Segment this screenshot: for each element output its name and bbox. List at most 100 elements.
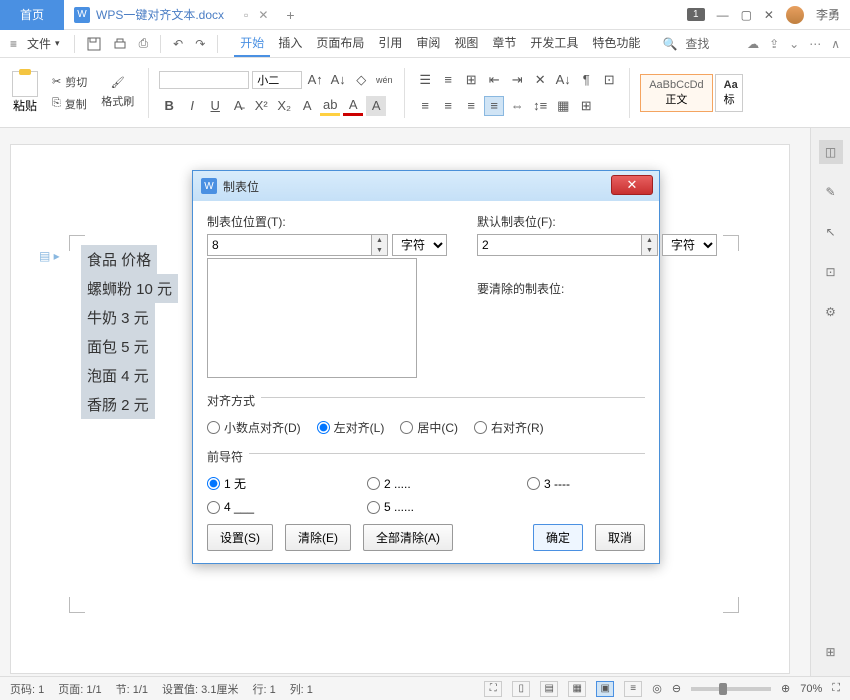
tab-close-icon[interactable]: ✕ (258, 8, 268, 22)
bold-button[interactable]: B (159, 96, 179, 116)
align-left-icon[interactable]: ≡ (415, 96, 435, 116)
default-unit-select[interactable]: 字符 (662, 234, 717, 256)
dialog-titlebar[interactable]: W 制表位 ✕ (193, 171, 659, 201)
tab-page-layout[interactable]: 页面布局 (310, 30, 370, 57)
spin-down-icon[interactable]: ▼ (642, 245, 657, 255)
zoom-slider[interactable] (691, 687, 771, 691)
subscript-button[interactable]: X₂ (274, 96, 294, 116)
tab-developer[interactable]: 开发工具 (524, 30, 584, 57)
page-content[interactable]: ▤ ▸ 食品 价格 螺蛳粉 10 元 牛奶 3 元 面包 5 元 泡面 4 元 … (81, 245, 178, 419)
borders-icon[interactable]: ⊞ (576, 96, 596, 116)
tab-menu-icon[interactable]: ▫ (244, 8, 248, 22)
search-icon[interactable]: 🔍 (658, 35, 681, 53)
view-web-icon[interactable]: ▦ (568, 681, 586, 697)
search-label[interactable]: 查找 (685, 35, 709, 52)
tabstop-position-input[interactable] (208, 235, 371, 255)
menu-file[interactable]: 文件 ▾ (21, 33, 66, 54)
status-section[interactable]: 节: 1/1 (116, 681, 148, 697)
spin-down-icon[interactable]: ▼ (372, 245, 387, 255)
format-painter-button[interactable]: 🖌 格式刷 (97, 74, 138, 111)
tab-references[interactable]: 引用 (372, 30, 408, 57)
preview-icon[interactable]: ⎙ (135, 34, 153, 53)
decrease-font-icon[interactable]: A↓ (328, 70, 348, 90)
view-draft-icon[interactable]: ≡ (624, 681, 642, 697)
bullets-icon[interactable]: ☰ (415, 70, 435, 90)
view-reading-icon[interactable]: ▯ (512, 681, 530, 697)
text-line[interactable]: 泡面 4 元 (81, 361, 155, 390)
sort-icon[interactable]: A↓ (553, 70, 573, 90)
tab-view[interactable]: 视图 (448, 30, 484, 57)
multilevel-icon[interactable]: ⊞ (461, 70, 481, 90)
cancel-button[interactable]: 取消 (595, 524, 645, 551)
align-justify-icon[interactable]: ≡ (484, 96, 504, 116)
paste-button[interactable]: 粘贴 (8, 67, 42, 118)
align-right-radio[interactable]: 右对齐(R) (474, 419, 544, 436)
window-maximize-icon[interactable]: ▢ (741, 8, 752, 22)
cloud-icon[interactable]: ☁ (747, 37, 759, 51)
view-print-icon[interactable]: ▣ (596, 681, 614, 697)
user-avatar[interactable] (786, 6, 804, 24)
sidebar-pencil-icon[interactable]: ✎ (819, 180, 843, 204)
borders-top-icon[interactable]: ⊡ (599, 70, 619, 90)
clear-all-button[interactable]: 全部清除(A) (363, 524, 453, 551)
text-line[interactable]: 螺蛳粉 10 元 (81, 274, 178, 303)
phonetic-icon[interactable]: wén (374, 70, 394, 90)
status-col[interactable]: 列: 1 (290, 681, 313, 697)
default-tabstop-input[interactable] (478, 235, 641, 255)
zoom-in-icon[interactable]: ⊕ (781, 682, 790, 695)
leader-dots-radio[interactable]: 2 ..... (367, 475, 467, 492)
zoom-out-icon[interactable]: ⊖ (672, 682, 681, 695)
zoom-level[interactable]: 70% (800, 683, 822, 695)
line-spacing-icon[interactable]: ↕≡ (530, 96, 550, 116)
eye-icon[interactable]: ◎ (652, 682, 662, 695)
tab-section[interactable]: 章节 (486, 30, 522, 57)
redo-icon[interactable]: ↷ (191, 35, 209, 53)
view-fullscreen-icon[interactable]: ⛶ (484, 681, 502, 697)
paragraph-options-icon[interactable]: ▤ ▸ (39, 249, 60, 263)
text-line[interactable]: 牛奶 3 元 (81, 303, 155, 332)
underline-button[interactable]: U (205, 96, 225, 116)
distribute-icon[interactable]: ⇔ (507, 96, 527, 116)
font-name-select[interactable] (159, 71, 249, 89)
tabstop-unit-select[interactable]: 字符 (392, 234, 447, 256)
tab-start[interactable]: 开始 (234, 30, 270, 57)
style-normal[interactable]: AaBbCcDd 正文 (640, 74, 712, 112)
align-right-icon[interactable]: ≡ (461, 96, 481, 116)
spin-up-icon[interactable]: ▲ (372, 235, 387, 245)
ok-button[interactable]: 确定 (533, 524, 583, 551)
copy-button[interactable]: ⎘ 复制 (48, 94, 91, 114)
leader-dots2-radio[interactable]: 5 ...... (367, 500, 467, 514)
fit-icon[interactable]: ⛶ (832, 682, 840, 695)
leader-dashes-radio[interactable]: 3 ---- (527, 475, 627, 492)
decrease-indent-icon[interactable]: ⇤ (484, 70, 504, 90)
sidebar-pointer-icon[interactable]: ↖ (819, 220, 843, 244)
clear-format-icon[interactable]: ◇ (351, 70, 371, 90)
italic-button[interactable]: I (182, 96, 202, 116)
text-effects-button[interactable]: A (297, 96, 317, 116)
font-size-select[interactable] (252, 71, 302, 89)
sidebar-select-icon[interactable]: ⊡ (819, 260, 843, 284)
align-center-radio[interactable]: 居中(C) (400, 419, 458, 436)
undo-icon[interactable]: ↶ (169, 35, 187, 53)
increase-font-icon[interactable]: A↑ (305, 70, 325, 90)
highlight-button[interactable]: ab (320, 96, 340, 116)
save-icon[interactable] (83, 35, 105, 53)
tab-features[interactable]: 特色功能 (586, 30, 646, 57)
text-direction-icon[interactable]: ✕ (530, 70, 550, 90)
align-decimal-radio[interactable]: 小数点对齐(D) (207, 419, 301, 436)
style-heading[interactable]: Aa 标 (715, 74, 743, 112)
align-left-radio[interactable]: 左对齐(L) (317, 419, 385, 436)
clear-button[interactable]: 清除(E) (285, 524, 351, 551)
status-line[interactable]: 行: 1 (252, 681, 275, 697)
char-shading-button[interactable]: A (366, 96, 386, 116)
share-icon[interactable]: ⇪ (769, 37, 779, 51)
show-marks-icon[interactable]: ¶ (576, 70, 596, 90)
tabstop-listbox[interactable] (207, 258, 417, 378)
dialog-close-button[interactable]: ✕ (611, 175, 653, 195)
status-set-value[interactable]: 设置值: 3.1厘米 (162, 681, 238, 697)
tab-review[interactable]: 审阅 (410, 30, 446, 57)
superscript-button[interactable]: X² (251, 96, 271, 116)
text-line[interactable]: 面包 5 元 (81, 332, 155, 361)
numbering-icon[interactable]: ≡ (438, 70, 458, 90)
status-page-no[interactable]: 页码: 1 (10, 681, 44, 697)
